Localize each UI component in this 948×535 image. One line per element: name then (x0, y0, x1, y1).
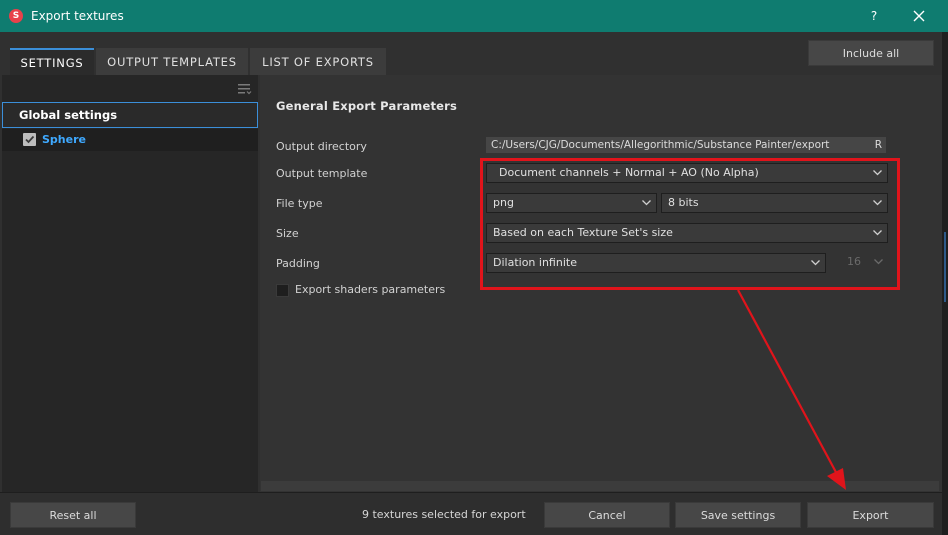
global-settings-item[interactable]: Global settings (2, 102, 258, 128)
help-button[interactable]: ? (864, 6, 884, 26)
chevron-down-icon (642, 200, 651, 206)
cancel-button[interactable]: Cancel (544, 502, 670, 528)
browse-directory-button[interactable]: R (875, 137, 882, 153)
horizontal-scrollbar[interactable] (261, 481, 939, 491)
close-button[interactable] (908, 6, 930, 26)
tab-list-of-exports[interactable]: LIST OF EXPORTS (250, 48, 386, 75)
padding-label: Padding (276, 257, 320, 270)
tab-settings[interactable]: SETTINGS (10, 48, 94, 75)
dilation-distance-value: 16 (847, 255, 861, 268)
output-directory-label: Output directory (276, 140, 367, 153)
dilation-distance-select: 16 (840, 253, 888, 273)
file-format-value: png (493, 196, 514, 209)
export-button[interactable]: Export (807, 502, 934, 528)
padding-select[interactable]: Dilation infinite (486, 253, 826, 273)
chevron-down-icon (873, 230, 882, 236)
export-shaders-label: Export shaders parameters (295, 283, 446, 296)
tab-output-templates[interactable]: OUTPUT TEMPLATES (96, 48, 248, 75)
check-icon (25, 135, 35, 144)
export-parameters-panel: General Export Parameters Output directo… (260, 75, 942, 492)
padding-value: Dilation infinite (493, 256, 577, 269)
sphere-checkbox[interactable] (23, 133, 36, 146)
list-item-label: Sphere (42, 133, 86, 146)
output-template-value: Document channels + Normal + AO (No Alph… (499, 166, 759, 179)
substance-painter-icon: S (9, 9, 23, 23)
file-format-select[interactable]: png (486, 193, 657, 213)
texture-set-list: Global settings Sphere (2, 75, 258, 492)
size-label: Size (276, 227, 299, 240)
output-template-label: Output template (276, 167, 368, 180)
chevron-down-icon (873, 170, 882, 176)
chevron-down-icon (873, 200, 882, 206)
size-value: Based on each Texture Set's size (493, 226, 673, 239)
title-bar: S Export textures ? (0, 0, 948, 32)
list-item[interactable]: Sphere (2, 129, 258, 151)
footer-bar: Reset all 9 textures selected for export… (0, 492, 942, 535)
export-shaders-checkbox[interactable] (276, 284, 289, 297)
chevron-down-icon (874, 259, 883, 265)
bit-depth-select[interactable]: 8 bits (661, 193, 888, 213)
background-window-edge (942, 32, 948, 535)
bit-depth-value: 8 bits (668, 196, 699, 209)
section-title: General Export Parameters (276, 99, 458, 113)
export-status-text: 9 textures selected for export (362, 508, 526, 521)
output-directory-field[interactable]: C:/Users/CJG/Documents/Allegorithmic/Sub… (486, 137, 886, 153)
reset-all-button[interactable]: Reset all (10, 502, 136, 528)
close-icon (913, 10, 925, 22)
window-title: Export textures (31, 9, 124, 23)
output-directory-value: C:/Users/CJG/Documents/Allegorithmic/Sub… (491, 139, 830, 151)
chevron-down-icon (811, 260, 820, 266)
include-all-button[interactable]: Include all (808, 40, 934, 66)
size-select[interactable]: Based on each Texture Set's size (486, 223, 888, 243)
list-options-icon[interactable] (238, 83, 252, 95)
save-settings-button[interactable]: Save settings (675, 502, 801, 528)
output-template-select[interactable]: Document channels + Normal + AO (No Alph… (486, 163, 888, 183)
file-type-label: File type (276, 197, 323, 210)
